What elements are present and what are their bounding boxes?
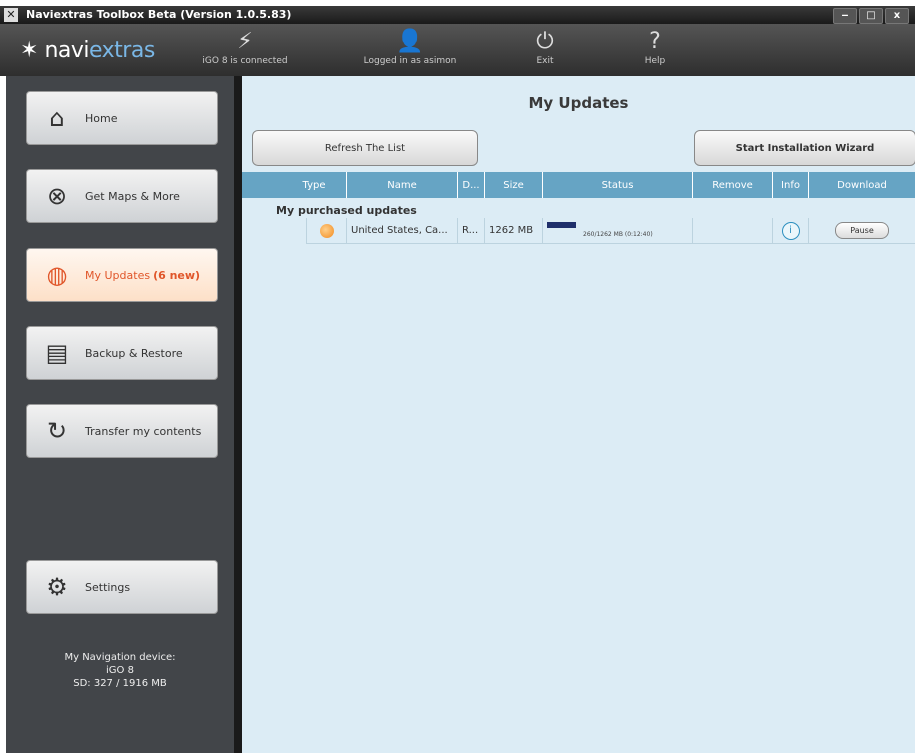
device-info-name: iGO 8 xyxy=(106,665,134,676)
window-titlebar: ✕ Naviextras Toolbox Beta (Version 1.0.5… xyxy=(0,6,915,24)
column-header-d[interactable]: D... xyxy=(458,172,485,198)
device-info-storage: SD: 327 / 1916 MB xyxy=(73,678,167,689)
column-header-name[interactable]: Name xyxy=(347,172,458,198)
sidebar-item-label: Settings xyxy=(85,580,131,594)
device-connection-status: ⚡ iGO 8 is connected xyxy=(200,28,290,66)
table-row[interactable]: United States, Ca... R... 1262 MB 260/12… xyxy=(282,218,915,244)
exit-icon: ⏻ xyxy=(536,29,554,54)
transfer-icon: ↻ xyxy=(46,417,68,445)
gear-icon: ⚙ xyxy=(46,573,68,601)
exit-button[interactable]: ⏻ Exit xyxy=(520,28,570,66)
sidebar-item-label: My Updates xyxy=(85,268,151,282)
user-status[interactable]: 👤 Logged in as asimon xyxy=(355,28,465,66)
name-cell: United States, Ca... xyxy=(347,218,458,244)
window-controls: ‒ □ x xyxy=(833,8,909,24)
user-icon: 👤 xyxy=(396,29,424,54)
row-spacer xyxy=(282,218,307,244)
column-header-info[interactable]: Info xyxy=(773,172,809,198)
compass-icon: ⊗ xyxy=(46,182,68,210)
help-button[interactable]: ? Help xyxy=(630,28,680,66)
status-cell: 260/1262 MB (0:12:40) xyxy=(543,218,693,244)
home-icon: ⌂ xyxy=(49,104,65,132)
logo-text-prefix: navi xyxy=(44,38,89,63)
sidebar-divider xyxy=(234,76,242,753)
exit-label: Exit xyxy=(536,56,554,66)
help-label: Help xyxy=(644,56,666,66)
sidebar-item-settings[interactable]: ⚙ Settings xyxy=(26,560,218,614)
map-type-icon xyxy=(319,223,334,238)
download-status-text: 260/1262 MB (0:12:40) xyxy=(583,231,653,238)
user-label: Logged in as asimon xyxy=(363,56,457,66)
d-cell: R... xyxy=(458,218,485,244)
globe-icon: ◍ xyxy=(46,261,68,289)
size-cell: 1262 MB xyxy=(485,218,543,244)
window-title: Naviextras Toolbox Beta (Version 1.0.5.8… xyxy=(26,8,292,21)
naviextras-logo: ✶ naviextras xyxy=(20,38,155,63)
sidebar: ⌂ Home ⊗ Get Maps & More ◍ My Updates (6 … xyxy=(6,76,234,753)
page-title: My Updates xyxy=(528,94,629,112)
device-info: My Navigation device: iGO 8 SD: 327 / 19… xyxy=(6,651,234,690)
column-header-type[interactable]: Type xyxy=(282,172,347,198)
sidebar-item-my-updates[interactable]: ◍ My Updates (6 new) xyxy=(26,248,218,302)
download-progress-bar xyxy=(547,222,687,228)
device-connection-label: iGO 8 is connected xyxy=(202,56,288,66)
sidebar-item-label: Home xyxy=(85,111,118,125)
backup-icon: ▤ xyxy=(45,339,69,367)
download-progress-fill xyxy=(547,222,576,228)
start-installation-wizard-button[interactable]: Start Installation Wizard xyxy=(694,130,915,166)
refresh-list-button[interactable]: Refresh The List xyxy=(252,130,478,166)
group-label: My purchased updates xyxy=(276,204,417,217)
download-cell: Pause xyxy=(809,218,915,244)
logo-text-accent: extras xyxy=(89,38,155,63)
app-icon: ✕ xyxy=(4,8,18,22)
column-header-size[interactable]: Size xyxy=(485,172,543,198)
column-header-download[interactable]: Download xyxy=(809,172,915,198)
type-cell xyxy=(307,218,347,244)
close-button[interactable]: x xyxy=(885,8,909,24)
help-icon: ? xyxy=(649,29,661,54)
sidebar-item-home[interactable]: ⌂ Home xyxy=(26,91,218,145)
pause-button[interactable]: Pause xyxy=(835,222,889,239)
sidebar-item-label: Backup & Restore xyxy=(85,346,183,360)
sidebar-item-transfer[interactable]: ↻ Transfer my contents xyxy=(26,404,218,458)
sidebar-item-label: Get Maps & More xyxy=(85,189,180,203)
sidebar-item-backup-restore[interactable]: ▤ Backup & Restore xyxy=(26,326,218,380)
remove-cell xyxy=(693,218,773,244)
logo-star-icon: ✶ xyxy=(20,38,39,63)
maximize-button[interactable]: □ xyxy=(859,8,883,24)
table-header: Type Name D... Size Status Remove Info D… xyxy=(242,172,915,198)
header-spacer xyxy=(242,172,282,198)
info-icon[interactable]: i xyxy=(781,221,800,240)
device-info-title: My Navigation device: xyxy=(64,652,176,663)
updates-count-badge: (6 new) xyxy=(153,268,201,282)
info-cell: i xyxy=(773,218,809,244)
plug-icon: ⚡ xyxy=(237,29,253,54)
sidebar-item-get-maps[interactable]: ⊗ Get Maps & More xyxy=(26,169,218,223)
column-header-status[interactable]: Status xyxy=(543,172,693,198)
main-panel: My Updates Refresh The List Start Instal… xyxy=(242,76,915,753)
minimize-button[interactable]: ‒ xyxy=(833,8,857,24)
sidebar-item-label: Transfer my contents xyxy=(85,424,202,438)
column-header-remove[interactable]: Remove xyxy=(693,172,773,198)
toolbar: ✶ naviextras ⚡ iGO 8 is connected 👤 Logg… xyxy=(0,24,915,76)
